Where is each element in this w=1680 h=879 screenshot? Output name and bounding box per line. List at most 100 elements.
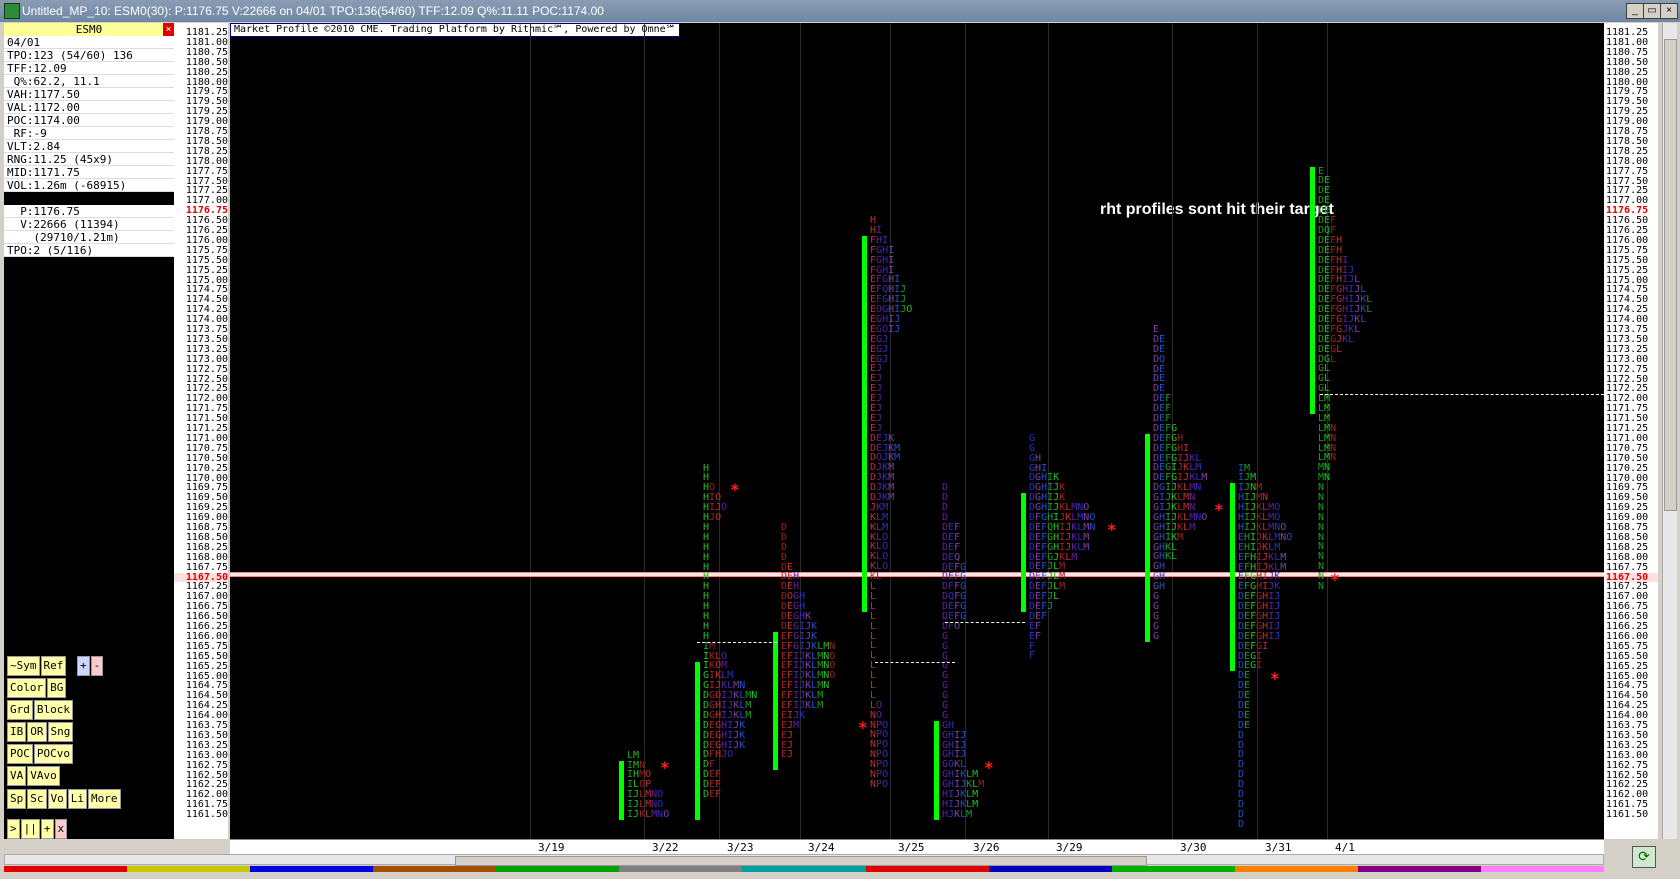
- price-tick: 1170.50: [1606, 452, 1649, 464]
- sng-button[interactable]: Sng: [47, 722, 74, 742]
- sc-button[interactable]: Sc: [27, 789, 47, 809]
- vo-button[interactable]: Vo: [47, 789, 67, 809]
- play-button[interactable]: >: [7, 819, 20, 839]
- price-tick: 1172.25: [1606, 383, 1649, 395]
- price-tick: 1165.25: [185, 660, 228, 672]
- price-tick: 1169.50: [1606, 492, 1649, 504]
- tpo-row: GH: [1153, 581, 1166, 593]
- price-tick: 1177.75: [185, 165, 228, 177]
- initial-balance-bar: [1021, 493, 1026, 613]
- initial-balance-bar: [695, 661, 700, 820]
- sp-button[interactable]: Sp: [7, 789, 27, 809]
- va-button[interactable]: VA: [7, 766, 27, 786]
- vavo-button[interactable]: VAvo: [27, 766, 60, 786]
- price-tick: 1170.25: [185, 462, 228, 474]
- price-tick: 1170.00: [185, 472, 228, 484]
- zoom-in-button[interactable]: +: [77, 656, 90, 676]
- tpo-row: D: [1238, 769, 1245, 781]
- panel-close-icon[interactable]: ×: [163, 23, 174, 36]
- tpo-profile[interactable]: G G GH GHI DGHIK DGHIJK DGHIJK DGHIJKLMNO DFGHIJ…: [1029, 433, 1095, 661]
- price-tick: 1175.50: [1606, 254, 1649, 266]
- more-button[interactable]: More: [88, 789, 121, 809]
- tpo-row: G: [1153, 610, 1160, 622]
- poc-button[interactable]: POC: [7, 744, 33, 764]
- stat-line: RNG:11.25 (45x9): [4, 153, 174, 166]
- symbol-header[interactable]: ESM0: [4, 23, 174, 36]
- pause-button[interactable]: ||: [20, 819, 40, 839]
- or-button[interactable]: OR: [27, 722, 47, 742]
- minimize-button[interactable]: _: [1626, 3, 1644, 19]
- price-tick: 1163.25: [185, 739, 228, 751]
- price-tick: 1168.00: [1606, 551, 1649, 563]
- tpo-row: HJO: [703, 512, 722, 524]
- remove-button[interactable]: x: [54, 819, 68, 839]
- zoom-out-button[interactable]: -: [90, 656, 104, 676]
- tpo-row: H: [703, 541, 710, 553]
- vertical-scroll-thumb[interactable]: [1664, 39, 1677, 511]
- date-axis: 3/19 3/22 3/23 3/24 3/25 3/26 3/29 3/30 3/31 4/1: [230, 839, 1604, 854]
- tpo-row: H: [703, 531, 710, 543]
- price-tick: 1164.75: [185, 680, 228, 692]
- initial-balance-bar: [1230, 483, 1235, 672]
- tpo-row: DE: [1238, 719, 1251, 731]
- price-tick: 1180.50: [1606, 56, 1649, 68]
- stat-line: 04/01: [4, 36, 174, 49]
- initial-balance-bar: [773, 631, 778, 771]
- add-button[interactable]: +: [40, 819, 54, 839]
- pocvo-button[interactable]: POCvo: [33, 744, 73, 764]
- horizontal-scroll-thumb[interactable]: [455, 856, 1147, 866]
- poc-star-icon: *: [660, 757, 670, 777]
- price-tick: 1173.00: [185, 353, 228, 365]
- price-tick: 1179.75: [185, 86, 228, 98]
- price-tick: 1166.50: [185, 611, 228, 623]
- tpo-row: N: [1318, 491, 1325, 503]
- maximize-button[interactable]: ▭: [1643, 3, 1661, 19]
- grid-button[interactable]: Grd: [7, 700, 33, 720]
- price-tick: 1171.75: [1606, 403, 1649, 415]
- stat-line: VAH:1177.50: [4, 88, 174, 101]
- session-color-swatch: [127, 866, 251, 872]
- refresh-icon[interactable]: ⟳: [1632, 846, 1656, 868]
- ref-button[interactable]: Ref: [40, 656, 67, 676]
- date-label: 3/31: [1265, 841, 1292, 854]
- price-tick: 1166.75: [185, 601, 228, 613]
- price-tick: 1169.25: [1606, 502, 1649, 514]
- sym-button[interactable]: ~Sym: [7, 656, 40, 676]
- tpo-profile[interactable]: E DE DE DQ DE DE DE DEF DEF DEF DEFG DEFGH DEFGHI DEF…: [1153, 325, 1207, 642]
- block-button[interactable]: Block: [33, 700, 73, 720]
- price-tick: 1168.25: [1606, 541, 1649, 553]
- price-tick: 1163.00: [1606, 749, 1649, 761]
- price-tick: 1179.75: [1606, 86, 1649, 98]
- tpo-row: D: [1238, 788, 1245, 800]
- price-tick: 1164.00: [185, 710, 228, 722]
- price-tick: 1178.75: [1606, 126, 1649, 137]
- tpo-profile[interactable]: D D D D DEF DEF DEF DEQ DEFG DEFG DFFG DQFG DEFG DEFG…: [942, 483, 984, 819]
- price-tick: 1172.00: [1606, 393, 1649, 405]
- price-tick: 1167.50: [174, 572, 228, 582]
- tpo-profile[interactable]: H HI FHI FGHI FGHI FGHI EFGHI EFQHIJ EFGHIJ EOGHI…: [870, 216, 912, 790]
- tpo-row: D: [1238, 739, 1245, 751]
- li-button[interactable]: Li: [67, 789, 87, 809]
- price-tick: 1169.00: [1606, 512, 1649, 524]
- bg-button[interactable]: BG: [47, 678, 67, 698]
- tpo-profile[interactable]: D D D D DE DEH DEH DOGH DEGH DEGHK DEGIJK EFGIJK EFG…: [781, 523, 835, 760]
- date-label: 3/26: [973, 841, 1000, 854]
- tpo-profile[interactable]: E DE DE DE DE DEF DQF DEFH DEFH DEFHI DEFHIJ DEFHIJ…: [1318, 166, 1372, 592]
- ib-button[interactable]: IB: [7, 722, 27, 742]
- price-tick: 1165.25: [1606, 660, 1649, 672]
- price-tick: 1175.25: [185, 264, 228, 276]
- tpo-profile[interactable]: H H HO HIO HIJO HJO H H H H H H H H H H H H IM IKLO IKOM GIKL…: [703, 463, 757, 800]
- vertical-scrollbar[interactable]: [1662, 23, 1677, 839]
- color-button[interactable]: Color: [7, 678, 47, 698]
- tpo-row: N: [1318, 561, 1325, 573]
- tpo-row: L: [870, 660, 877, 672]
- horizontal-scrollbar[interactable]: [4, 854, 1604, 866]
- price-tick: 1166.75: [1606, 601, 1649, 613]
- price-tick: 1168.25: [185, 541, 228, 553]
- price-tick: 1169.25: [185, 502, 228, 514]
- tpo-row: HJKLM: [942, 808, 973, 820]
- tpo-profile[interactable]: IM IJM IJNM HIJMN HIJKLMO HIJKLMO HIJKLMNO EHIJ…: [1238, 463, 1292, 830]
- button-row-va: VA VAvo: [7, 764, 61, 786]
- close-button[interactable]: ×: [1660, 3, 1678, 19]
- market-profile-chart[interactable]: Market Profile ©2010 CME. Trading Platfo…: [230, 23, 1604, 839]
